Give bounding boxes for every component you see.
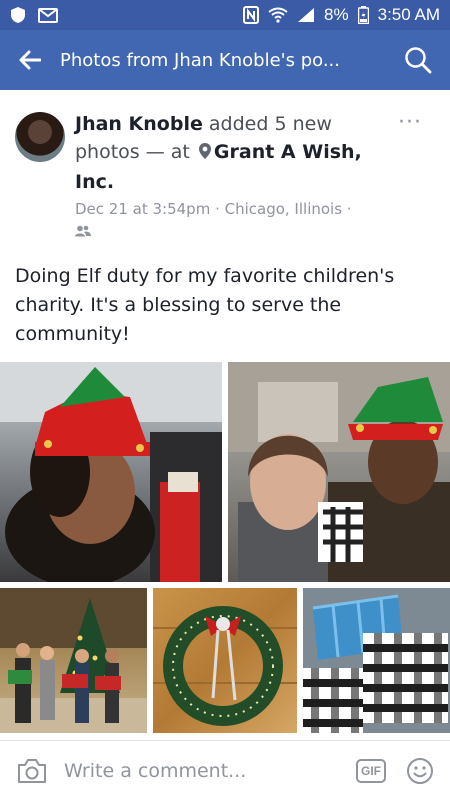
author-name[interactable]: Jhan Knoble [75, 113, 203, 135]
battery-percent: 8% [324, 5, 349, 24]
status-bar: 8% 3:50 AM [0, 0, 450, 30]
clock: 3:50 AM [377, 5, 440, 24]
photo-4[interactable] [153, 588, 297, 733]
gmail-icon [38, 7, 58, 23]
app-bar: Photos from Jhan Knoble's po... [0, 30, 450, 90]
post-header: Jhan Knoble added 5 new photos — at Gran… [75, 110, 395, 196]
photo-1[interactable] [0, 362, 222, 582]
post-text: Doing Elf duty for my favorite children'… [15, 265, 395, 345]
camera-icon [18, 758, 46, 783]
photo-3[interactable] [0, 588, 147, 733]
arrow-left-icon [19, 50, 41, 70]
gif-button[interactable]: GIF [356, 758, 386, 783]
emoji-button[interactable] [406, 757, 434, 785]
friends-icon [75, 222, 91, 241]
wifi-icon [268, 7, 288, 23]
more-options-button[interactable]: ··· [398, 110, 422, 135]
nfc-icon [243, 6, 260, 24]
comment-input[interactable]: Write a comment... [60, 760, 356, 782]
photo-5[interactable] [303, 588, 450, 733]
location-pin-icon [198, 140, 212, 168]
avatar[interactable] [15, 112, 65, 162]
photo-2[interactable] [228, 362, 450, 582]
post-meta: Dec 21 at 3:54pm · Chicago, Illinois · [75, 200, 352, 218]
back-button[interactable] [0, 30, 60, 90]
shield-icon [10, 6, 26, 24]
comment-bar: Write a comment... GIF [0, 740, 450, 800]
signal-icon [297, 7, 315, 23]
search-button[interactable] [386, 30, 450, 90]
post: Jhan Knoble added 5 new photos — at Gran… [0, 90, 450, 733]
search-icon [405, 47, 432, 74]
page-title: Photos from Jhan Knoble's po... [60, 49, 340, 71]
camera-button[interactable] [4, 741, 60, 800]
battery-charging-icon [357, 6, 369, 24]
smiley-icon [407, 757, 433, 784]
